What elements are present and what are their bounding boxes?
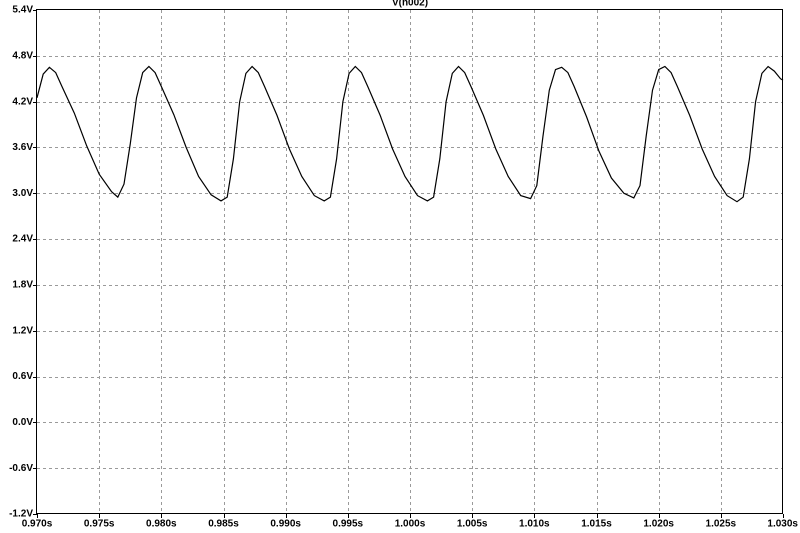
x-axis-ticks: 0.970s 0.975s 0.980s 0.985s 0.990s 0.995s 1.00… <box>22 514 798 530</box>
y-tick-label: 3.0V <box>12 188 33 199</box>
x-tick-label: 0.990s <box>270 519 301 530</box>
y-tick-label: 0.6V <box>12 371 33 382</box>
y-tick-label: 0.0V <box>12 417 33 428</box>
y-axis-ticks: 5.4V 4.8V 4.2V 3.6V 3.0V 2.4V 1.8V 1.2V 0.6V 0.0V… <box>9 5 37 520</box>
y-tick-label: 3.6V <box>12 142 33 153</box>
waveform-plot: V(n002) 5.4V 4.8V 4.2V 3.6V 3.0V 2.4V 1.8V 1.2V… <box>9 0 798 530</box>
x-tick-label: 1.025s <box>706 519 737 530</box>
y-tick-label: -0.6V <box>9 463 33 474</box>
y-tick-label: 1.2V <box>12 325 33 336</box>
x-tick-label: 0.995s <box>333 519 364 530</box>
y-tick-label: 1.8V <box>12 280 33 291</box>
trace-layer <box>36 65 784 203</box>
y-tick-label: 4.8V <box>12 50 33 61</box>
x-tick-label: 1.015s <box>581 519 612 530</box>
x-tick-label: 1.000s <box>395 519 426 530</box>
x-tick-label: 1.010s <box>519 519 550 530</box>
trace-title: V(n002) <box>392 0 428 9</box>
x-tick-label: 1.030s <box>767 519 798 530</box>
y-tick-label: 2.4V <box>12 234 33 245</box>
x-tick-label: 0.985s <box>208 519 239 530</box>
plot-frame <box>36 9 783 514</box>
y-tick-label: 4.2V <box>12 96 33 107</box>
x-tick-label: 1.020s <box>643 519 674 530</box>
series-line <box>36 65 784 203</box>
x-tick-label: 0.975s <box>84 519 115 530</box>
grid <box>37 10 783 514</box>
y-tick-label: 5.4V <box>12 5 33 16</box>
x-tick-label: 1.005s <box>457 519 488 530</box>
x-tick-label: 0.970s <box>22 519 53 530</box>
x-tick-label: 0.980s <box>146 519 177 530</box>
